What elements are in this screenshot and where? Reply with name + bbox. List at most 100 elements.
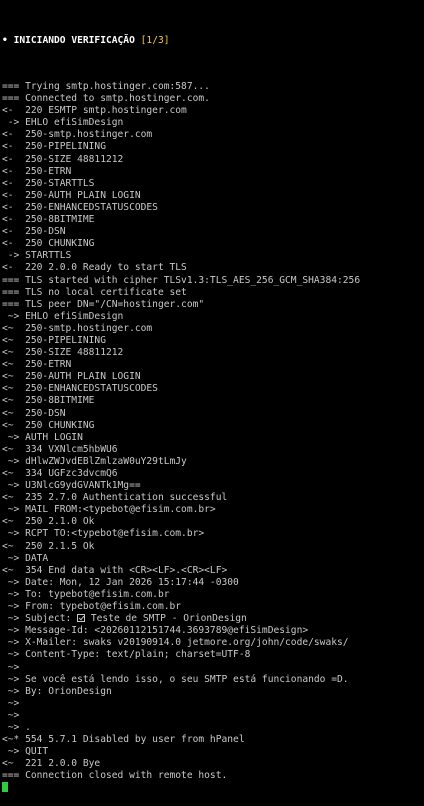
log-line-text: ~> U3NlcG9ydGVANTk1Mg== [2,480,141,492]
log-line-text: === TLS no local certificate set [2,286,187,298]
log-line: <- 250-PIPELINING [2,141,424,153]
log-line-text: ~> QUIT [2,746,49,758]
log-line: <~ 354 End data with <CR><LF>.<CR><LF> [2,565,424,577]
log-line: ~> dHlwZWJvdEBlZmlzaW0uY29tLmJy [2,456,424,468]
log-line-text: ~> X-Mailer: swaks v20190914.0 jetmore.o… [2,637,349,649]
log-line: <~ 334 UGFzc3dvcmQ6 [2,468,424,480]
log-line-text: <~ 250-PIPELINING [2,334,106,346]
log-line-text: <~ 250 CHUNKING [2,419,95,431]
log-line-text: ~> From: typebot@efisim.com.br [2,601,182,613]
log-line: <~ 250-PIPELINING [2,335,424,347]
log-line-text: <- 250-DSN [2,226,66,238]
log-line-text: <- 250 CHUNKING [2,238,95,250]
log-line: ~> To: typebot@efisim.com.br [2,589,424,601]
log-line: <~ 250 CHUNKING [2,420,424,432]
log-line: <- 250-ENHANCEDSTATUSCODES [2,202,424,214]
log-line: ~> [2,710,424,722]
log-line: <- 250-DSN [2,226,424,238]
log-line-text: <- 220 2.0.0 Ready to start TLS [2,262,187,274]
subject-text: Teste de SMTP - OrionDesign [85,613,247,625]
terminal-cursor [2,782,8,793]
log-line: -> EHLO efiSimDesign [2,117,424,129]
log-line-text: <~ 250-smtp.hostinger.com [2,322,153,334]
log-line-text: ~> Subject: [2,613,78,625]
log-line: ~> X-Mailer: swaks v20190914.0 jetmore.o… [2,637,424,649]
smtp-log: === Trying smtp.hostinger.com:587... === … [2,81,424,795]
log-line-text: <- 220 ESMTP smtp.hostinger.com [2,105,187,117]
log-line-text: <- 250-STARTTLS [2,177,95,189]
log-line: <~ 250 2.1.5 Ok [2,541,424,553]
log-line: ~> MAIL FROM:<typebot@efisim.com.br> [2,504,424,516]
log-line-text: === Connected to smtp.hostinger.com. [2,93,210,105]
log-line: <- 250-ETRN [2,166,424,178]
log-line: ~> AUTH LOGIN [2,432,424,444]
log-line-text: <~ 250-ENHANCEDSTATUSCODES [2,383,158,395]
log-line: ~> . [2,722,424,734]
log-line: === Connected to smtp.hostinger.com. [2,93,424,105]
log-line-text: <~ 221 2.0.0 Bye [2,758,101,770]
log-line-text: === TLS peer DN="/CN=hostinger.com" [2,298,205,310]
log-line: === Trying smtp.hostinger.com:587... [2,81,424,93]
log-line-text: <- 250-SIZE 48811212 [2,153,124,165]
log-line: <- 250-8BITMIME [2,214,424,226]
log-line: <~* 554 5.7.1 Disabled by user from hPan… [2,734,424,746]
log-line: <~ 250-ETRN [2,359,424,371]
log-line: <~ 221 2.0.0 Bye [2,758,424,770]
log-line: <- 220 2.0.0 Ready to start TLS [2,262,424,274]
log-line-text: <~ 250-8BITMIME [2,395,95,407]
log-line: ~> Subject: Teste de SMTP - OrionDesign [2,613,424,625]
log-line: ~> From: typebot@efisim.com.br [2,601,424,613]
log-line-text: <~ 250-AUTH PLAIN LOGIN [2,371,141,383]
log-line: ~> RCPT TO:<typebot@efisim.com.br> [2,528,424,540]
header-step: [1/3] [140,35,170,46]
log-line-text: ~> Content-Type: text/plain; charset=UTF… [2,649,251,661]
log-line: === TLS no local certificate set [2,287,424,299]
header-title: INICIANDO VERIFICAÇÃO [13,35,135,46]
log-line: ~> EHLO efiSimDesign [2,311,424,323]
log-line: <~ 235 2.7.0 Authentication successful [2,492,424,504]
log-line: ~> Message-Id: <20260112151744.3693789@e… [2,625,424,637]
log-line: -> STARTTLS [2,250,424,262]
log-line-text: === Trying smtp.hostinger.com:587... [2,81,210,92]
log-line-text: <~ 334 VXNlcm5hbWU6 [2,443,118,455]
log-line-text: -> STARTTLS [2,250,72,262]
log-line: <~ 250-DSN [2,408,424,420]
log-line-text: ~> dHlwZWJvdEBlZmlzaW0uY29tLmJy [2,455,187,467]
log-line: <- 250-STARTTLS [2,178,424,190]
log-line-text: <~ 250 2.1.5 Ok [2,540,95,552]
log-line: <- 250 CHUNKING [2,238,424,250]
log-line-text: <~ 354 End data with <CR><LF>.<CR><LF> [2,564,228,576]
log-line: <~ 250-smtp.hostinger.com [2,323,424,335]
log-line: <~ 250-AUTH PLAIN LOGIN [2,371,424,383]
log-line-text: <- 250-ENHANCEDSTATUSCODES [2,201,158,213]
log-line: ~> [2,698,424,710]
prompt-line [2,782,424,794]
log-line: <- 250-AUTH PLAIN LOGIN [2,190,424,202]
log-line-text: <- 250-smtp.hostinger.com [2,129,153,141]
log-line-text: <~ 334 UGFzc3dvcmQ6 [2,468,118,479]
log-line-text: <~ 250-ETRN [2,359,72,371]
log-line-text: <- 250-ETRN [2,165,72,177]
log-line: ~> Content-Type: text/plain; charset=UTF… [2,649,424,661]
terminal-window[interactable]: • INICIANDO VERIFICAÇÃO [1/3] === Trying… [0,0,424,793]
log-line-text: ~> MAIL FROM:<typebot@efisim.com.br> [2,504,216,516]
log-line: === TLS peer DN="/CN=hostinger.com" [2,299,424,311]
log-line: ~> [2,662,424,674]
log-line-text: ~> [2,661,20,673]
log-line-text: <~ 235 2.7.0 Authentication successful [2,492,228,504]
log-line-text: === TLS started with cipher TLSv1.3:TLS_… [2,274,361,286]
log-line: === Connection closed with remote host. [2,770,424,782]
log-line: ~> QUIT [2,746,424,758]
log-line-text: <- 250-8BITMIME [2,214,95,226]
log-line: ~> Date: Mon, 12 Jan 2026 15:17:44 -0300 [2,577,424,589]
log-line: ~> U3NlcG9ydGVANTk1Mg== [2,480,424,492]
verification-header: • INICIANDO VERIFICAÇÃO [1/3] [2,34,424,48]
checkbox-icon [77,614,86,623]
log-line: <- 250-SIZE 48811212 [2,154,424,166]
log-line: <~ 334 VXNlcm5hbWU6 [2,444,424,456]
log-line: === TLS started with cipher TLSv1.3:TLS_… [2,275,424,287]
log-line-text: ~> EHLO efiSimDesign [2,310,124,322]
log-line-text: <~ 250-SIZE 48811212 [2,347,124,359]
log-line-text: ~> Message-Id: <20260112151744.3693789@e… [2,625,309,637]
log-line-text: ~> To: typebot@efisim.com.br [2,588,170,600]
